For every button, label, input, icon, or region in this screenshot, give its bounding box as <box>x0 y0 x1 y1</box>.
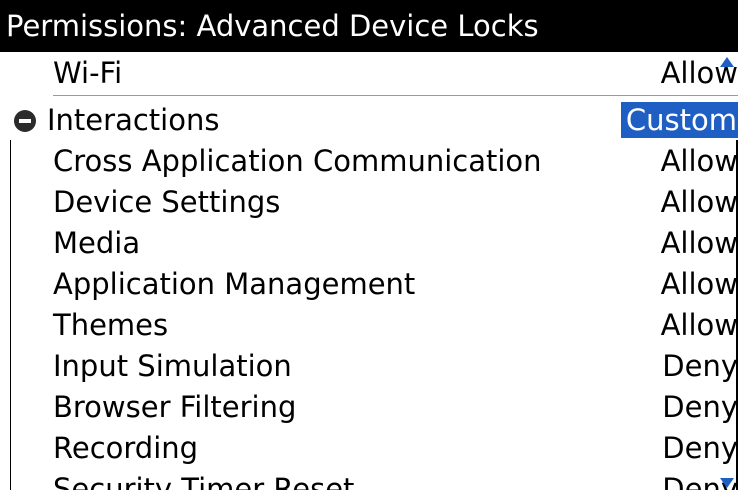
collapse-minus-icon[interactable] <box>14 110 36 132</box>
list-item-media[interactable]: Media Allow <box>0 222 738 263</box>
list-item-cross-application-communication[interactable]: Cross Application Communication Allow <box>0 140 738 181</box>
title-bar: Permissions: Advanced Device Locks <box>0 0 738 52</box>
list-item-label: Input Simulation <box>53 349 292 383</box>
list-separator <box>53 95 738 96</box>
list-item-value[interactable]: Allow <box>661 307 738 343</box>
list-item-label: Browser Filtering <box>53 390 297 424</box>
group-indent-line <box>10 140 11 490</box>
page-title: Permissions: Advanced Device Locks <box>6 9 539 43</box>
list-item-wifi[interactable]: Wi-Fi Allow <box>0 52 738 93</box>
list-item-label: Security Timer Reset <box>53 472 355 490</box>
list-item-value[interactable]: Allow <box>661 143 738 179</box>
list-item-security-timer-reset[interactable]: Security Timer Reset Deny <box>0 468 738 490</box>
list-item-recording[interactable]: Recording Deny <box>0 427 738 468</box>
scroll-down-arrow-icon[interactable] <box>719 477 735 489</box>
list-item-value[interactable]: Deny <box>662 389 738 425</box>
list-item-label: Cross Application Communication <box>53 144 542 178</box>
list-item-label: Interactions <box>47 103 220 137</box>
list-item-label: Themes <box>53 308 169 342</box>
list-item-value[interactable]: Deny <box>662 430 738 466</box>
list-item-label: Application Management <box>53 267 416 301</box>
list-item-value[interactable]: Allow <box>661 225 738 261</box>
list-item-label: Wi-Fi <box>53 56 123 90</box>
permissions-list: Wi-Fi Allow Interactions Custom Cross Ap… <box>0 52 738 490</box>
list-item-label: Media <box>53 226 141 260</box>
list-item-interactions[interactable]: Interactions Custom <box>0 99 738 140</box>
list-item-device-settings[interactable]: Device Settings Allow <box>0 181 738 222</box>
list-item-value-selected[interactable]: Custom <box>620 102 738 138</box>
list-item-input-simulation[interactable]: Input Simulation Deny <box>0 345 738 386</box>
list-item-label: Device Settings <box>53 185 281 219</box>
list-item-application-management[interactable]: Application Management Allow <box>0 263 738 304</box>
list-item-value[interactable]: Allow <box>661 184 738 220</box>
list-item-value[interactable]: Allow <box>661 266 738 302</box>
scroll-up-arrow-icon[interactable] <box>719 56 735 68</box>
list-item-themes[interactable]: Themes Allow <box>0 304 738 345</box>
list-item-browser-filtering[interactable]: Browser Filtering Deny <box>0 386 738 427</box>
list-item-label: Recording <box>53 431 199 465</box>
list-item-value[interactable]: Deny <box>662 348 738 384</box>
